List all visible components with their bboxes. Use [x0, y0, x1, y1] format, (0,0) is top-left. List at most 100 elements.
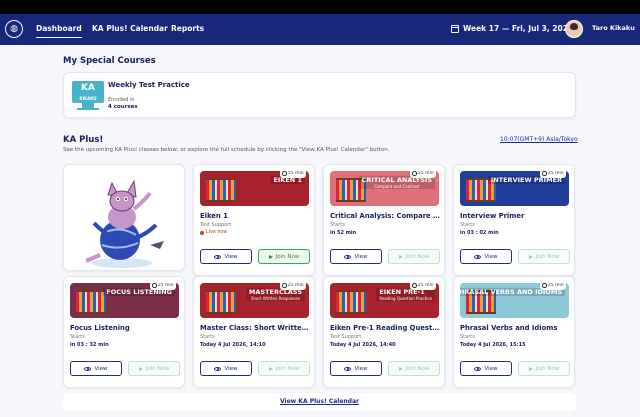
- view-button[interactable]: View: [70, 361, 122, 376]
- play-icon: [138, 366, 143, 371]
- join-now-button[interactable]: Join Now: [518, 249, 570, 264]
- view-button[interactable]: View: [460, 361, 512, 376]
- nav-kaplus-calendar[interactable]: KA Plus! Calendar: [92, 24, 168, 33]
- ka-logo: KA KIKAKU: [72, 81, 104, 111]
- class-card[interactable]: FOCUS LISTENING 25 min Focus Listening Star…: [63, 276, 185, 388]
- eye-icon: [344, 366, 352, 371]
- duration-badge: 25 min: [150, 283, 176, 290]
- mascot-card: [63, 164, 185, 271]
- nav-reports[interactable]: Reports: [171, 24, 204, 33]
- join-now-button[interactable]: Join Now: [518, 361, 570, 376]
- user-avatar[interactable]: [565, 20, 583, 38]
- top-bar: [0, 0, 640, 14]
- eye-icon: [84, 366, 92, 371]
- class-banner: EIKEN 1 55 min: [200, 171, 309, 206]
- view-button[interactable]: View: [330, 361, 382, 376]
- duration-badge: 25 min: [280, 283, 306, 290]
- class-title[interactable]: Interview Primer: [460, 212, 570, 220]
- clock-icon: [282, 283, 287, 288]
- class-title[interactable]: Eiken Pre-1 Reading Question ...: [330, 324, 440, 332]
- class-title[interactable]: Eiken 1: [200, 212, 310, 220]
- start-time: in 03 : 32 min: [70, 342, 109, 348]
- class-banner: CRITICAL ANALYSIS Compare and Contrast 55 …: [330, 171, 439, 206]
- play-icon: [268, 366, 273, 371]
- enrolled-label: Enrolled in: [108, 97, 135, 103]
- kaplus-description: See the upcoming KA Plus! classes below,…: [63, 147, 390, 153]
- globe-logo-icon[interactable]: ◍: [5, 20, 23, 38]
- view-calendar-link[interactable]: View KA Plus! Calendar: [63, 393, 576, 411]
- class-banner: FOCUS LISTENING 25 min: [70, 283, 179, 318]
- class-subtitle: Starts: [330, 222, 345, 228]
- duration-badge: 25 min: [540, 283, 566, 290]
- clock-icon: [412, 171, 417, 176]
- join-now-button[interactable]: Join Now: [128, 361, 180, 376]
- class-title[interactable]: Critical Analysis: Compare and...: [330, 212, 440, 220]
- eye-icon: [474, 366, 482, 371]
- class-card[interactable]: EIKEN PRE-1 Reading Question Practice 25 m…: [323, 276, 445, 388]
- top-navigation: ◍ Dashboard KA Plus! Calendar Reports We…: [0, 14, 640, 45]
- nav-dashboard[interactable]: Dashboard: [36, 24, 82, 38]
- join-now-button[interactable]: Join Now: [388, 249, 440, 264]
- view-button[interactable]: View: [460, 249, 512, 264]
- mascot-illustration: [85, 179, 164, 268]
- play-icon: [528, 366, 533, 371]
- clock-icon: [152, 283, 157, 288]
- clock-icon: [542, 283, 547, 288]
- clock-icon: [542, 171, 547, 176]
- class-subtitle: Starts: [70, 334, 85, 340]
- duration-badge: 25 min: [410, 283, 436, 290]
- class-subtitle: Starts: [200, 334, 215, 340]
- view-button[interactable]: View: [200, 361, 252, 376]
- class-banner: PHRASAL VERBS AND IDIOMS 25 min: [460, 283, 569, 318]
- enrolled-count: 4 courses: [108, 104, 138, 110]
- live-dot-icon: [200, 230, 204, 235]
- join-now-button[interactable]: Join Now: [258, 361, 310, 376]
- eye-icon: [474, 254, 482, 259]
- start-time: Today 4 Jul 2026, 14:10: [200, 342, 266, 348]
- class-subtitle: Starts: [460, 222, 475, 228]
- play-icon: [398, 366, 403, 371]
- live-status: Live now: [200, 230, 227, 235]
- class-card[interactable]: INTERVIEW PRIMER 25 min Interview Primer St…: [453, 164, 575, 276]
- bookshelf-graphic: [206, 178, 236, 202]
- duration-badge: 55 min: [280, 171, 306, 178]
- bookshelf-graphic: [336, 290, 366, 314]
- play-icon: [268, 254, 273, 259]
- play-icon: [398, 254, 403, 259]
- class-subtitle: Test Support: [330, 334, 362, 340]
- class-card[interactable]: CRITICAL ANALYSIS Compare and Contrast 55 …: [323, 164, 445, 276]
- week-selector[interactable]: Week 17 — Fri, Jul 3, 2026: [451, 24, 573, 33]
- view-button[interactable]: View: [200, 249, 252, 264]
- eye-icon: [344, 254, 352, 259]
- class-title[interactable]: Phrasal Verbs and Idioms: [460, 324, 570, 332]
- join-now-button[interactable]: Join Now: [258, 249, 310, 264]
- bookshelf-graphic: [76, 290, 106, 314]
- kaplus-heading: KA Plus!: [63, 135, 104, 145]
- class-title[interactable]: Master Class: Short Written R...: [200, 324, 310, 332]
- clock-icon: [282, 171, 287, 176]
- view-button[interactable]: View: [330, 249, 382, 264]
- start-time: Today 4 Jul 2026, 14:40: [330, 342, 396, 348]
- class-card[interactable]: PHRASAL VERBS AND IDIOMS 25 min Phrasal Ve…: [453, 276, 575, 388]
- play-icon: [528, 254, 533, 259]
- class-card[interactable]: EIKEN 1 55 min Eiken 1 Test Support Live now…: [193, 164, 315, 276]
- start-time: Today 4 Jul 2026, 15:15: [460, 342, 526, 348]
- eye-icon: [214, 254, 222, 259]
- user-name[interactable]: Taro Kikaku: [592, 24, 635, 32]
- class-banner: INTERVIEW PRIMER 25 min: [460, 171, 569, 206]
- eye-icon: [214, 366, 222, 371]
- class-title[interactable]: Focus Listening: [70, 324, 180, 332]
- special-course-card[interactable]: KA KIKAKU Weekly Test Practice Enrolled i…: [63, 72, 576, 118]
- timezone-link[interactable]: 10:07(GMT+9) Asia/Tokyo: [500, 136, 578, 143]
- class-card[interactable]: MASTERCLASS Short Written Responses 25 min…: [193, 276, 315, 388]
- bookshelf-graphic: [206, 290, 236, 314]
- clock-icon: [412, 283, 417, 288]
- join-now-button[interactable]: Join Now: [388, 361, 440, 376]
- course-title[interactable]: Weekly Test Practice: [108, 81, 190, 89]
- class-subtitle: Test Support: [200, 222, 232, 228]
- week-label: Week 17 — Fri, Jul 3, 2026: [463, 24, 574, 33]
- special-courses-heading: My Special Courses: [63, 56, 156, 66]
- duration-badge: 55 min: [410, 171, 436, 178]
- class-banner: EIKEN PRE-1 Reading Question Practice 25 m…: [330, 283, 439, 318]
- start-time: in 03 : 02 min: [460, 230, 499, 236]
